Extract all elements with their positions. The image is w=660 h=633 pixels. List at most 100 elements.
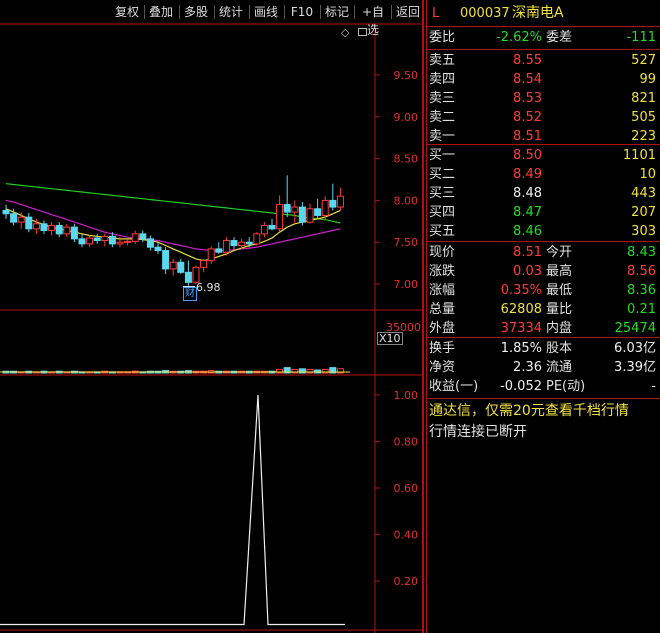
add-favorite-button[interactable]: +自选 xyxy=(356,3,390,37)
quote-value: 8.36 xyxy=(627,283,656,298)
quote-value: 25474 xyxy=(614,321,656,336)
candle-body xyxy=(306,208,314,223)
ask-row: 卖三 8.53 821 xyxy=(426,89,660,108)
toolbar-separator xyxy=(144,5,145,19)
price-tick-label: 9.00 xyxy=(394,111,419,124)
restore-rights-button[interactable]: 复权 xyxy=(112,3,142,21)
multi-stock-button[interactable]: 多股 xyxy=(181,3,211,21)
fund-label: PE(动) xyxy=(546,379,586,394)
fund-value: 2.36 xyxy=(513,360,542,375)
stock-header: L 000037 深南电A xyxy=(426,4,660,23)
quote-label: 今开 xyxy=(546,245,573,260)
ask-price: 8.52 xyxy=(513,110,542,125)
candle-body xyxy=(260,224,268,235)
overlay-button[interactable]: 叠加 xyxy=(146,3,176,21)
window-toggle-icon[interactable] xyxy=(358,28,367,36)
candle-body xyxy=(268,224,276,230)
toolbar-separator xyxy=(179,5,180,19)
quote-value: 8.43 xyxy=(627,245,656,260)
diamond-icon[interactable]: ◇ xyxy=(341,26,349,39)
ask-price: 8.55 xyxy=(513,53,542,68)
bid-price: 8.46 xyxy=(513,224,542,239)
bid-label: 买四 xyxy=(429,205,456,220)
bid-label: 买二 xyxy=(429,167,456,182)
candle-body xyxy=(238,241,246,247)
candle-body xyxy=(63,226,71,235)
chart-toolbar: 复权 叠加 多股 统计 画线 F10 标记 +自选 返回 xyxy=(0,0,424,37)
quote-label: 涨幅 xyxy=(429,283,456,298)
divider xyxy=(426,241,660,242)
fund-label: 换手 xyxy=(429,341,456,356)
connection-status: 行情连接已断开 xyxy=(429,424,527,440)
bid-label: 买五 xyxy=(429,224,456,239)
ask-label: 卖四 xyxy=(429,72,456,87)
candle-body xyxy=(200,260,208,268)
ask-volume: 99 xyxy=(639,72,656,87)
toolbar-separator xyxy=(214,5,215,19)
ask-row: 卖四 8.54 99 xyxy=(426,70,660,89)
candle-body xyxy=(48,224,56,231)
weibi-row: 委比 -2.62% 委差 -111 xyxy=(426,28,660,47)
finance-event-tag[interactable]: 财 xyxy=(183,287,197,301)
candle-body xyxy=(321,199,329,216)
f10-button[interactable]: F10 xyxy=(286,3,318,21)
indicator-line xyxy=(0,394,345,626)
low-price-marker: 6.98 xyxy=(196,281,221,294)
ask-volume: 527 xyxy=(631,53,656,68)
fund-value: 3.39亿 xyxy=(614,360,656,375)
promo-row[interactable]: 通达信，仅需20元查看千档行情 xyxy=(426,400,660,422)
quote-row: 涨幅 0.35% 最低 8.36 xyxy=(426,281,660,300)
indicator-polyline xyxy=(0,394,345,626)
ma-green-line xyxy=(5,183,341,224)
draw-line-button[interactable]: 画线 xyxy=(251,3,281,21)
quote-row: 现价 8.51 今开 8.43 xyxy=(426,243,660,262)
candle-body xyxy=(55,224,63,235)
quote-value: 62808 xyxy=(500,302,542,317)
indicator-tick-label: 0.60 xyxy=(394,482,419,495)
kline-chart[interactable]: 9.50 9.00 8.50 8.00 7.50 7.00 1.00 0.80 0.60 0.4… xyxy=(0,0,424,633)
quote-value: 0.03 xyxy=(513,264,542,279)
price-tick-label: 8.50 xyxy=(394,153,419,166)
quote-row: 涨跌 0.03 最高 8.56 xyxy=(426,262,660,281)
quote-value: 8.51 xyxy=(513,245,542,260)
market-letter: L xyxy=(432,6,440,21)
price-tick-label: 9.50 xyxy=(394,69,419,82)
indicator-axis: 1.00 0.80 0.60 0.40 0.20 xyxy=(375,389,418,588)
fund-label: 净资 xyxy=(429,360,456,375)
candle-body xyxy=(78,238,86,245)
quote-label: 涨跌 xyxy=(429,264,456,279)
bid-label: 买一 xyxy=(429,148,456,163)
ask-row: 卖五 8.55 527 xyxy=(426,51,660,70)
candle-body xyxy=(70,226,78,240)
chart-area[interactable]: 9.50 9.00 8.50 8.00 7.50 7.00 1.00 0.80 0.60 0.4… xyxy=(0,0,424,633)
bid-price: 8.50 xyxy=(513,148,542,163)
fund-value: 6.03亿 xyxy=(614,341,656,356)
promo-text[interactable]: 通达信，仅需20元查看千档行情 xyxy=(429,400,629,422)
candle-body xyxy=(230,240,238,247)
indicator-tick-label: 0.20 xyxy=(394,575,419,588)
candle-body xyxy=(10,213,18,223)
quote-label: 总量 xyxy=(429,302,456,317)
candle-body xyxy=(2,209,10,215)
candle-body xyxy=(169,261,177,270)
bid-label: 买三 xyxy=(429,186,456,201)
candle-body xyxy=(40,223,48,231)
mark-button[interactable]: 标记 xyxy=(322,3,352,21)
divider xyxy=(426,26,660,27)
toolbar-separator xyxy=(320,5,321,19)
bid-volume: 10 xyxy=(639,167,656,182)
ask-label: 卖三 xyxy=(429,91,456,106)
candle-body xyxy=(25,216,33,230)
stock-name[interactable]: 深南电A xyxy=(512,4,564,23)
quote-label: 最高 xyxy=(546,264,573,279)
candle-body xyxy=(101,235,109,242)
stock-code[interactable]: 000037 xyxy=(460,4,510,23)
candle-body xyxy=(276,204,284,230)
bid-volume: 443 xyxy=(631,186,656,201)
divider xyxy=(426,144,660,145)
statistics-button[interactable]: 统计 xyxy=(216,3,246,21)
ask-volume: 821 xyxy=(631,91,656,106)
bid-row: 买五 8.46 303 xyxy=(426,222,660,241)
quote-value: 0.21 xyxy=(627,302,656,317)
back-button[interactable]: 返回 xyxy=(393,3,423,21)
